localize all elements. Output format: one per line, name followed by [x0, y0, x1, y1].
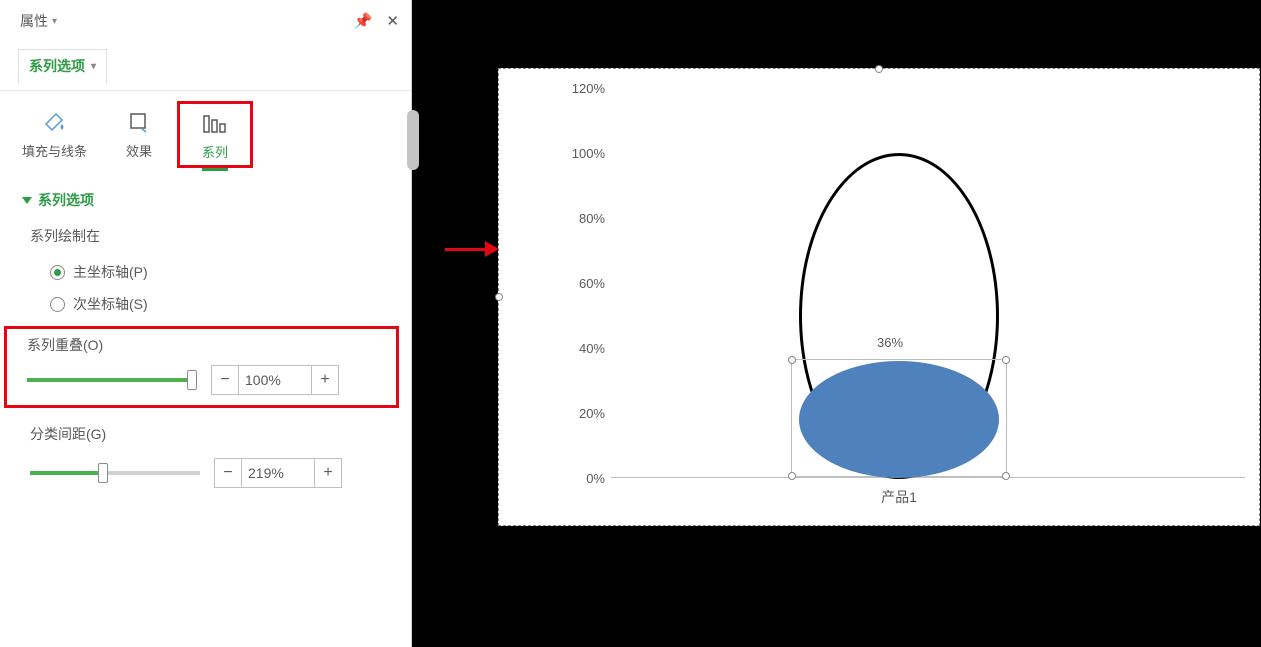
section-header[interactable]: 系列选项: [22, 190, 393, 210]
gap-input[interactable]: [242, 458, 314, 488]
gap-stepper: − +: [214, 458, 342, 488]
gap-slider-row: − +: [30, 458, 393, 488]
paint-bucket-icon: [42, 107, 68, 137]
radio-icon: [50, 265, 65, 280]
slider-thumb[interactable]: [187, 370, 197, 390]
y-tick: 20%: [561, 406, 605, 421]
tab-fill-line[interactable]: 填充与线条: [8, 101, 101, 168]
series-dropdown-label: 系列选项: [29, 56, 85, 76]
y-tick: 100%: [561, 146, 605, 161]
y-tick: 120%: [561, 81, 605, 96]
tab-effect[interactable]: 效果: [101, 101, 177, 168]
tab-label: 效果: [126, 141, 152, 160]
data-label: 36%: [877, 335, 903, 350]
decrement-button[interactable]: −: [211, 365, 239, 395]
tab-series[interactable]: 系列: [177, 101, 253, 168]
chart-object[interactable]: 120% 100% 80% 60% 40% 20% 0% 36% 产品1: [498, 68, 1260, 526]
section-header-text: 系列选项: [38, 190, 94, 210]
series-fill-shape[interactable]: [799, 361, 999, 478]
effect-icon: [127, 107, 151, 137]
gap-slider[interactable]: [30, 471, 200, 475]
callout-arrow: [445, 232, 499, 263]
radio-label: 主坐标轴(P): [73, 262, 148, 282]
overlap-group-highlighted: 系列重叠(O) − +: [4, 326, 399, 408]
y-tick: 60%: [561, 276, 605, 291]
overlap-label: 系列重叠(O): [27, 335, 388, 355]
increment-button[interactable]: +: [311, 365, 339, 395]
overlap-slider-row: − +: [27, 365, 388, 395]
close-icon[interactable]: ✕: [386, 12, 399, 30]
chevron-down-icon: ▾: [52, 16, 57, 27]
resize-handle[interactable]: [875, 65, 883, 73]
tab-label: 系列: [202, 142, 228, 161]
tab-label: 填充与线条: [22, 141, 87, 160]
panel-title[interactable]: 属性 ▾: [20, 11, 57, 31]
bar-chart-icon: [202, 108, 228, 138]
panel-title-text: 属性: [20, 11, 48, 31]
radio-secondary-axis[interactable]: 次坐标轴(S): [30, 288, 393, 320]
plot-on-label: 系列绘制在: [30, 226, 393, 246]
triangle-down-icon: [22, 197, 32, 204]
overlap-slider[interactable]: [27, 378, 197, 382]
series-dropdown-row: 系列选项 ▾: [0, 40, 411, 91]
selection-handle[interactable]: [1002, 472, 1010, 480]
overlap-stepper: − +: [211, 365, 339, 395]
slider-thumb[interactable]: [98, 463, 108, 483]
gap-label: 分类间距(G): [30, 424, 393, 444]
overlap-input[interactable]: [239, 365, 311, 395]
selection-handle[interactable]: [1002, 356, 1010, 364]
increment-button[interactable]: +: [314, 458, 342, 488]
series-options-section: 系列选项: [0, 168, 411, 212]
decrement-button[interactable]: −: [214, 458, 242, 488]
format-tabs: 填充与线条 效果 系列: [0, 91, 411, 168]
radio-primary-axis[interactable]: 主坐标轴(P): [30, 256, 393, 288]
selection-handle[interactable]: [788, 356, 796, 364]
chevron-down-icon: ▾: [91, 61, 96, 72]
series-dropdown[interactable]: 系列选项 ▾: [18, 49, 107, 85]
plot-on-block: 系列绘制在 主坐标轴(P) 次坐标轴(S): [0, 212, 411, 324]
radio-icon: [50, 297, 65, 312]
y-tick: 80%: [561, 211, 605, 226]
y-tick: 0%: [561, 471, 605, 486]
resize-handle[interactable]: [495, 293, 503, 301]
category-label: 产品1: [881, 487, 917, 507]
scrollbar-thumb[interactable]: [407, 110, 419, 170]
pin-icon[interactable]: 📌: [354, 12, 373, 30]
x-axis-line: [611, 477, 1245, 478]
y-axis: 120% 100% 80% 60% 40% 20% 0%: [563, 81, 611, 471]
properties-panel: 属性 ▾ 📌 ✕ 系列选项 ▾ 填充与线条 效果: [0, 0, 412, 647]
selection-handle[interactable]: [788, 472, 796, 480]
radio-label: 次坐标轴(S): [73, 294, 148, 314]
y-tick: 40%: [561, 341, 605, 356]
gap-block: 分类间距(G) − +: [0, 414, 411, 500]
panel-header-actions: 📌 ✕: [354, 12, 399, 30]
panel-header: 属性 ▾ 📌 ✕: [0, 0, 411, 40]
